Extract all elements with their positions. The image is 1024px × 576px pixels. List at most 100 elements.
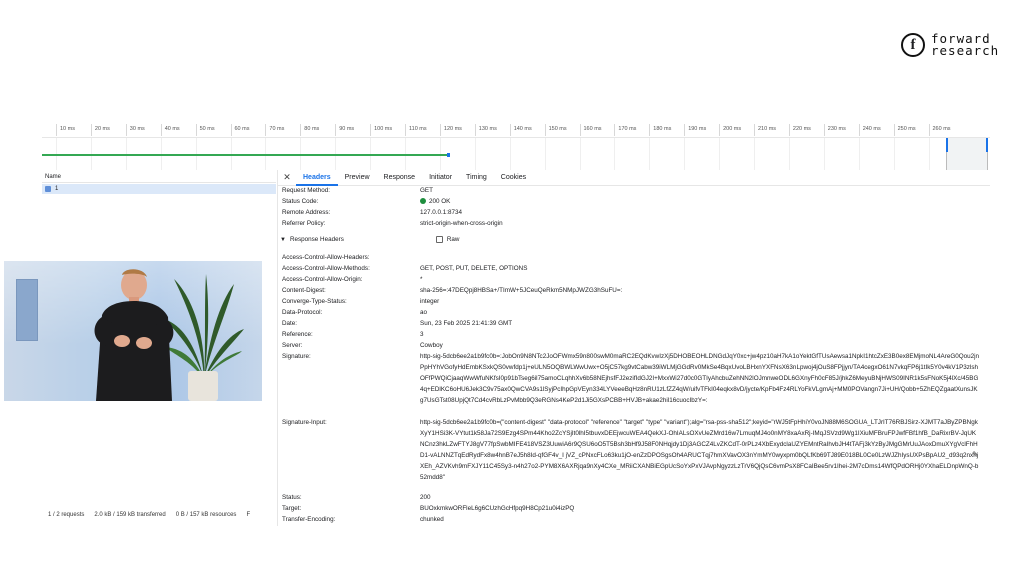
timeline-track[interactable] [42, 138, 990, 170]
timeline-gridline [684, 138, 686, 170]
signature-value: http-sig-5dcb6ee2a1b9fc0b=:JobOn9N8NTc2J… [420, 353, 980, 404]
close-icon[interactable]: ✕ [278, 172, 296, 183]
header-value: BUOxkmkwORFleL6g6CUzhGcHfpq9H8Cp21u0i4iz… [420, 505, 575, 512]
header-key: Status: [282, 494, 302, 501]
timeline-tick-label: 80 ms [304, 126, 320, 132]
timeline-tick-label: 130 ms [478, 126, 497, 132]
network-timeline-overview[interactable]: 10 ms 20 ms 30 ms 40 ms 50 ms 60 ms 70 ms 80 ms… [42, 124, 990, 170]
selection-handle-left[interactable] [946, 138, 948, 152]
timeline-gridline [719, 138, 721, 170]
timeline-tick-label: 240 ms [862, 126, 881, 132]
status-ok-icon [420, 198, 426, 204]
response-headers-label: Response Headers [289, 236, 344, 243]
header-key: Converge-Type-Status: [282, 298, 347, 305]
request-details-panel: ✕ Headers Preview Response Initiator Tim… [277, 170, 990, 526]
name-column-header[interactable]: Name [42, 172, 276, 183]
forward-research-logo: f forward research [901, 32, 1000, 58]
video-pot [188, 371, 218, 401]
header-row: Date: Sun, 23 Feb 2025 21:41:39 GMT [282, 318, 512, 329]
summary-extra: F [246, 512, 251, 518]
timeline-tick [788, 124, 790, 136]
edit-pencil-icon[interactable]: ✎ [972, 450, 979, 459]
header-value: 3 [420, 331, 424, 338]
timeline-tick-label: 180 ms [653, 126, 672, 132]
header-key: Request Method: [282, 187, 330, 194]
header-row: Access-Control-Allow-Headers: [282, 252, 420, 263]
header-key: Date: [282, 320, 298, 327]
timeline-tick [405, 124, 406, 136]
header-key: Access-Control-Allow-Origin: [282, 276, 363, 283]
header-row: Reference: 3 [282, 329, 424, 340]
header-value: GET [420, 187, 433, 194]
tab-response[interactable]: Response [377, 170, 423, 186]
document-icon [45, 186, 51, 192]
header-row: Status: 200 [282, 492, 431, 503]
timeline-tick [544, 124, 546, 136]
header-key: Transfer-Encoding: [282, 516, 336, 523]
timeline-tick [160, 124, 162, 136]
timeline-tick [928, 124, 930, 136]
timeline-gridline [509, 138, 511, 170]
raw-checkbox[interactable] [435, 236, 443, 243]
header-row: Access-Control-Allow-Methods: GET, POST, … [282, 263, 527, 274]
timeline-tick-label: 40 ms [164, 126, 180, 132]
timeline-tick [719, 124, 721, 136]
header-value: 127.0.0.1:8734 [420, 209, 463, 216]
response-headers-section[interactable]: ▼ Response Headers Raw [280, 236, 459, 243]
header-row: Transfer-Encoding: chunked [282, 514, 444, 525]
request-row[interactable]: 1 [42, 184, 276, 194]
timeline-tick [195, 124, 197, 136]
timeline-gridline [579, 138, 581, 170]
signature-input-key: Signature-Input: [282, 419, 327, 426]
header-key: Access-Control-Allow-Methods: [282, 265, 370, 272]
timeline-tick-label: 260 ms [932, 126, 951, 132]
timeline-tick [56, 124, 57, 136]
logo-line-2: research [931, 43, 1000, 58]
header-value: 200 [420, 494, 431, 501]
request-download-bar [447, 153, 450, 157]
timeline-gridline [649, 138, 651, 170]
timeline-tick [230, 124, 232, 136]
tab-preview[interactable]: Preview [338, 170, 377, 186]
tab-initiator[interactable]: Initiator [422, 170, 459, 186]
timeline-gridline [893, 138, 895, 170]
timeline-gridline [858, 138, 860, 170]
request-count: 1 / 2 requests [48, 512, 85, 518]
timeline-tick-label: 220 ms [792, 126, 811, 132]
timeline-tick [649, 124, 651, 136]
header-row: Server: Cowboy [282, 340, 443, 351]
timeline-selection[interactable] [946, 138, 988, 170]
timeline-tick [265, 124, 267, 136]
tab-cookies[interactable]: Cookies [494, 170, 533, 186]
header-key: Server: [282, 342, 303, 349]
header-key: Status Code: [282, 198, 319, 205]
timeline-ruler: 10 ms 20 ms 30 ms 40 ms 50 ms 60 ms 70 ms 80 ms… [42, 124, 990, 138]
timeline-tick-label: 120 ms [443, 126, 462, 132]
timeline-gridline [614, 138, 616, 170]
timeline-tick [754, 124, 755, 136]
tab-timing[interactable]: Timing [459, 170, 494, 186]
timeline-tick [300, 124, 302, 136]
timeline-tick [509, 124, 511, 136]
header-value: strict-origin-when-cross-origin [420, 220, 503, 227]
header-key: Content-Digest: [282, 287, 326, 294]
header-key: Data-Protocol: [282, 309, 323, 316]
signature-input-value: http-sig-5dcb6ee2a1b9fc0b=("content-dige… [420, 419, 979, 481]
timeline-tick [614, 124, 616, 136]
timeline-tick [439, 124, 441, 136]
video-presenter [94, 269, 174, 401]
timeline-tick-label: 160 ms [583, 126, 602, 132]
timeline-tick [579, 124, 581, 136]
logo-mark: f [901, 33, 925, 57]
selection-handle-right[interactable] [986, 138, 988, 152]
raw-label[interactable]: Raw [447, 236, 460, 243]
general-row-method: Request Method: GET [282, 185, 433, 196]
timeline-tick-label: 90 ms [339, 126, 355, 132]
header-row: Data-Protocol: ao [282, 307, 427, 318]
header-value: chunked [420, 516, 444, 523]
tab-headers[interactable]: Headers [296, 170, 338, 186]
timeline-tick-label: 70 ms [269, 126, 285, 132]
caret-down-icon[interactable]: ▼ [280, 237, 286, 243]
header-value: integer [420, 298, 440, 305]
header-value: ao [420, 309, 428, 316]
